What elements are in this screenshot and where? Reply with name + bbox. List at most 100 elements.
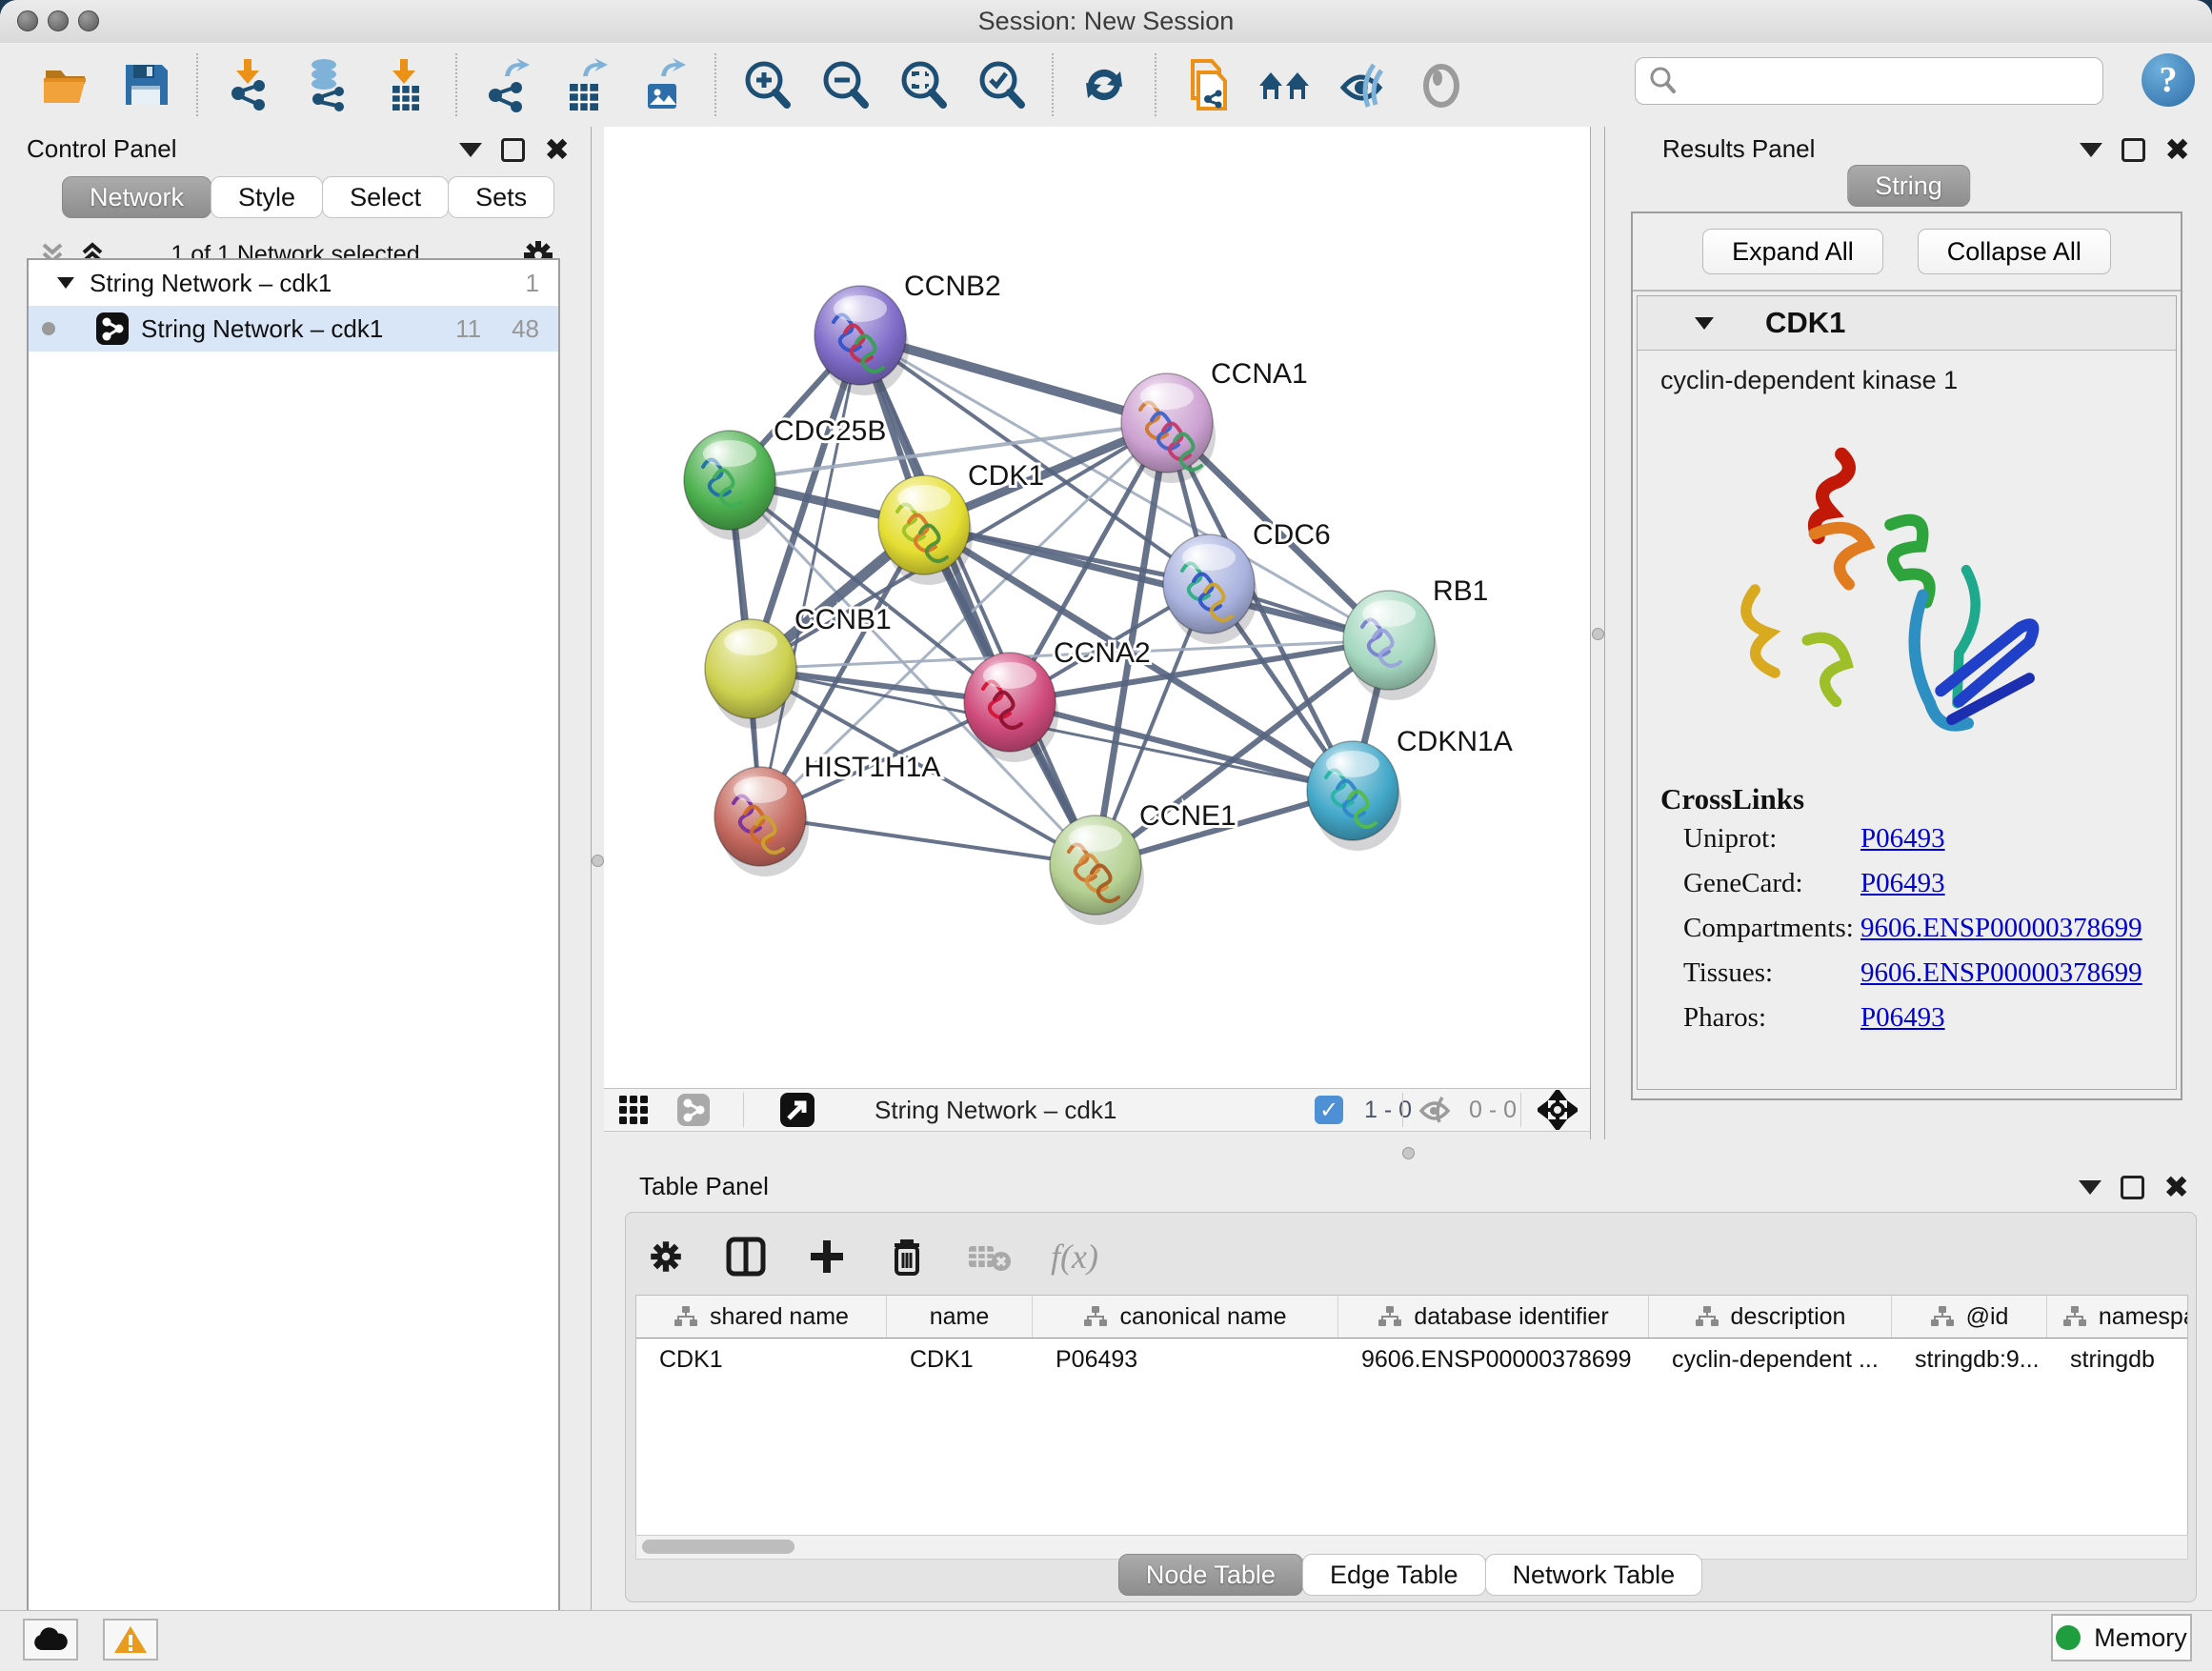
save-session-icon[interactable] — [116, 54, 175, 115]
column-header--id[interactable]: @id — [1892, 1296, 2047, 1338]
grid-view-icon[interactable] — [617, 1089, 650, 1131]
export-table-icon[interactable] — [556, 54, 615, 115]
results-close-panel-icon[interactable]: ✖ — [2164, 138, 2190, 162]
collection-expander-icon[interactable] — [55, 275, 76, 291]
crosslink-link[interactable]: 9606.ENSP00000378699 — [1860, 957, 2142, 989]
table-cell[interactable]: CDK1 — [636, 1339, 887, 1380]
tab-network[interactable]: Network — [62, 176, 211, 218]
tab-node-table[interactable]: Node Table — [1118, 1554, 1303, 1596]
delete-column-trash-icon[interactable] — [887, 1236, 927, 1278]
network-row-selected[interactable]: String Network – cdk1 11 48 — [29, 306, 558, 352]
table-cell[interactable]: CDK1 — [887, 1339, 1033, 1380]
gene-section-header[interactable]: CDK1 — [1638, 296, 2176, 351]
memory-button[interactable]: Memory — [2051, 1614, 2192, 1661]
selected-count: 1 - 0 — [1355, 1089, 1412, 1131]
show-columns-icon[interactable] — [725, 1236, 767, 1278]
network-canvas[interactable]: CCNB2CCNA1CDC25BCDK1CDC6RB1CCNB1CCNA2CDK… — [604, 127, 1590, 1088]
network-view: CCNB2CCNA1CDC25BCDK1CDC6RB1CCNB1CCNA2CDK… — [604, 127, 1590, 1139]
panel-menu-icon[interactable] — [459, 143, 482, 157]
column-header-name[interactable]: name — [887, 1296, 1033, 1338]
table-panel-splitter[interactable] — [604, 1139, 2212, 1166]
float-panel-icon[interactable] — [501, 138, 525, 162]
add-column-icon[interactable] — [807, 1237, 847, 1277]
zoom-selected-icon[interactable] — [972, 54, 1031, 115]
open-session-icon[interactable] — [38, 54, 97, 115]
table-panel-menu-icon[interactable] — [2079, 1180, 2101, 1195]
tab-string[interactable]: String — [1847, 165, 1970, 207]
table-close-panel-icon[interactable]: ✖ — [2163, 1176, 2189, 1199]
cloud-button[interactable] — [23, 1619, 78, 1661]
crosslink-link[interactable]: P06493 — [1860, 823, 1945, 855]
export-image-icon[interactable] — [634, 54, 694, 115]
crosslink-label: GeneCard: — [1683, 868, 1860, 899]
warnings-button[interactable] — [103, 1619, 158, 1661]
left-splitter-knob[interactable] — [592, 855, 604, 867]
column-header-namespace[interactable]: namespace — [2047, 1296, 2188, 1338]
import-table-file-icon[interactable] — [375, 54, 434, 115]
network-node-CDC6[interactable]: CDC6 — [1163, 519, 1331, 644]
table-row[interactable]: CDK1CDK1P064939606.ENSP00000378699cyclin… — [636, 1339, 2187, 1380]
string-network-icon — [95, 312, 130, 346]
network-collection-row[interactable]: String Network – cdk1 1 — [29, 260, 558, 306]
column-header-canonical-name[interactable]: canonical name — [1033, 1296, 1338, 1338]
export-network-icon[interactable] — [478, 54, 537, 115]
crosslink-link[interactable]: P06493 — [1860, 1002, 1945, 1034]
selected-checkbox[interactable]: ✓ — [1315, 1089, 1343, 1131]
hide-selected-eye-slash-icon[interactable] — [1334, 54, 1393, 115]
show-all-eye-icon[interactable] — [1412, 54, 1471, 115]
gene-expander-icon[interactable] — [1693, 314, 1716, 332]
column-header-description[interactable]: description — [1649, 1296, 1892, 1338]
table-float-panel-icon[interactable] — [2121, 1176, 2144, 1199]
right-splitter-knob[interactable] — [1592, 628, 1604, 640]
copy-documents-icon[interactable] — [1177, 54, 1237, 115]
table-cell[interactable]: P06493 — [1033, 1339, 1338, 1380]
network-node-CCNA1[interactable]: CCNA1 — [1121, 358, 1308, 483]
search-input[interactable] — [1685, 67, 2102, 95]
table-options-gear-icon[interactable] — [647, 1238, 685, 1276]
detach-view-icon[interactable] — [779, 1089, 815, 1131]
node-label: CCNA1 — [1211, 358, 1308, 390]
right-splitter[interactable] — [1590, 127, 1605, 1139]
network-icon-gray[interactable] — [676, 1089, 711, 1131]
tab-sets[interactable]: Sets — [448, 176, 554, 218]
help-icon[interactable]: ? — [2142, 53, 2195, 107]
hidden-eye-slash-icon — [1418, 1089, 1452, 1131]
table-panel-tabs: Node TableEdge TableNetwork Table — [626, 1554, 2196, 1596]
table-cell[interactable]: 9606.ENSP00000378699 — [1338, 1339, 1649, 1380]
column-header-shared-name[interactable]: shared name — [636, 1296, 887, 1338]
collapse-all-button[interactable]: Collapse All — [1918, 229, 2111, 274]
table-cell[interactable]: stringdb:9... — [1892, 1339, 2047, 1380]
crosslink-link[interactable]: 9606.ENSP00000378699 — [1860, 913, 2142, 944]
table-cell[interactable]: stringdb — [2047, 1339, 2188, 1380]
tab-edge-table[interactable]: Edge Table — [1302, 1554, 1486, 1596]
tab-network-table[interactable]: Network Table — [1485, 1554, 1703, 1596]
table-splitter-knob[interactable] — [1402, 1147, 1415, 1159]
refresh-icon[interactable] — [1075, 54, 1134, 115]
zoom-out-icon[interactable] — [815, 54, 875, 115]
first-neighbors-houses-icon[interactable] — [1256, 54, 1315, 115]
results-float-panel-icon[interactable] — [2122, 138, 2145, 162]
results-panel-menu-icon[interactable] — [2080, 143, 2102, 157]
zoom-in-icon[interactable] — [737, 54, 796, 115]
network-node-CCNE1[interactable]: CCNE1 — [1050, 800, 1237, 925]
control-panel-title: Control Panel — [27, 134, 177, 164]
cytoscape-window: Session: New Session — [0, 0, 2212, 1671]
expand-all-button[interactable]: Expand All — [1702, 229, 1883, 274]
zoom-fit-icon[interactable] — [894, 54, 953, 115]
import-network-database-icon[interactable] — [297, 54, 356, 115]
table-cell[interactable]: cyclin-dependent ... — [1649, 1339, 1892, 1380]
collection-count: 1 — [526, 269, 539, 298]
network-node-CDKN1A[interactable]: CDKN1A — [1307, 726, 1513, 851]
birdseye-toggle-icon[interactable] — [1538, 1089, 1578, 1131]
crosslink-link[interactable]: P06493 — [1860, 868, 1945, 899]
network-node-RB1[interactable]: RB1 — [1343, 575, 1488, 700]
import-network-file-icon[interactable] — [219, 54, 278, 115]
tab-select[interactable]: Select — [322, 176, 449, 218]
network-node-CCNB2[interactable]: CCNB2 — [814, 271, 1001, 395]
tab-style[interactable]: Style — [211, 176, 323, 218]
network-node-HIST1H1A[interactable]: HIST1H1A — [714, 752, 940, 876]
network-node-CDC25B[interactable]: CDC25B — [684, 415, 886, 540]
column-header-database-identifier[interactable]: database identifier — [1338, 1296, 1649, 1338]
scrollbar-thumb[interactable] — [642, 1540, 794, 1554]
close-panel-icon[interactable]: ✖ — [544, 138, 570, 162]
